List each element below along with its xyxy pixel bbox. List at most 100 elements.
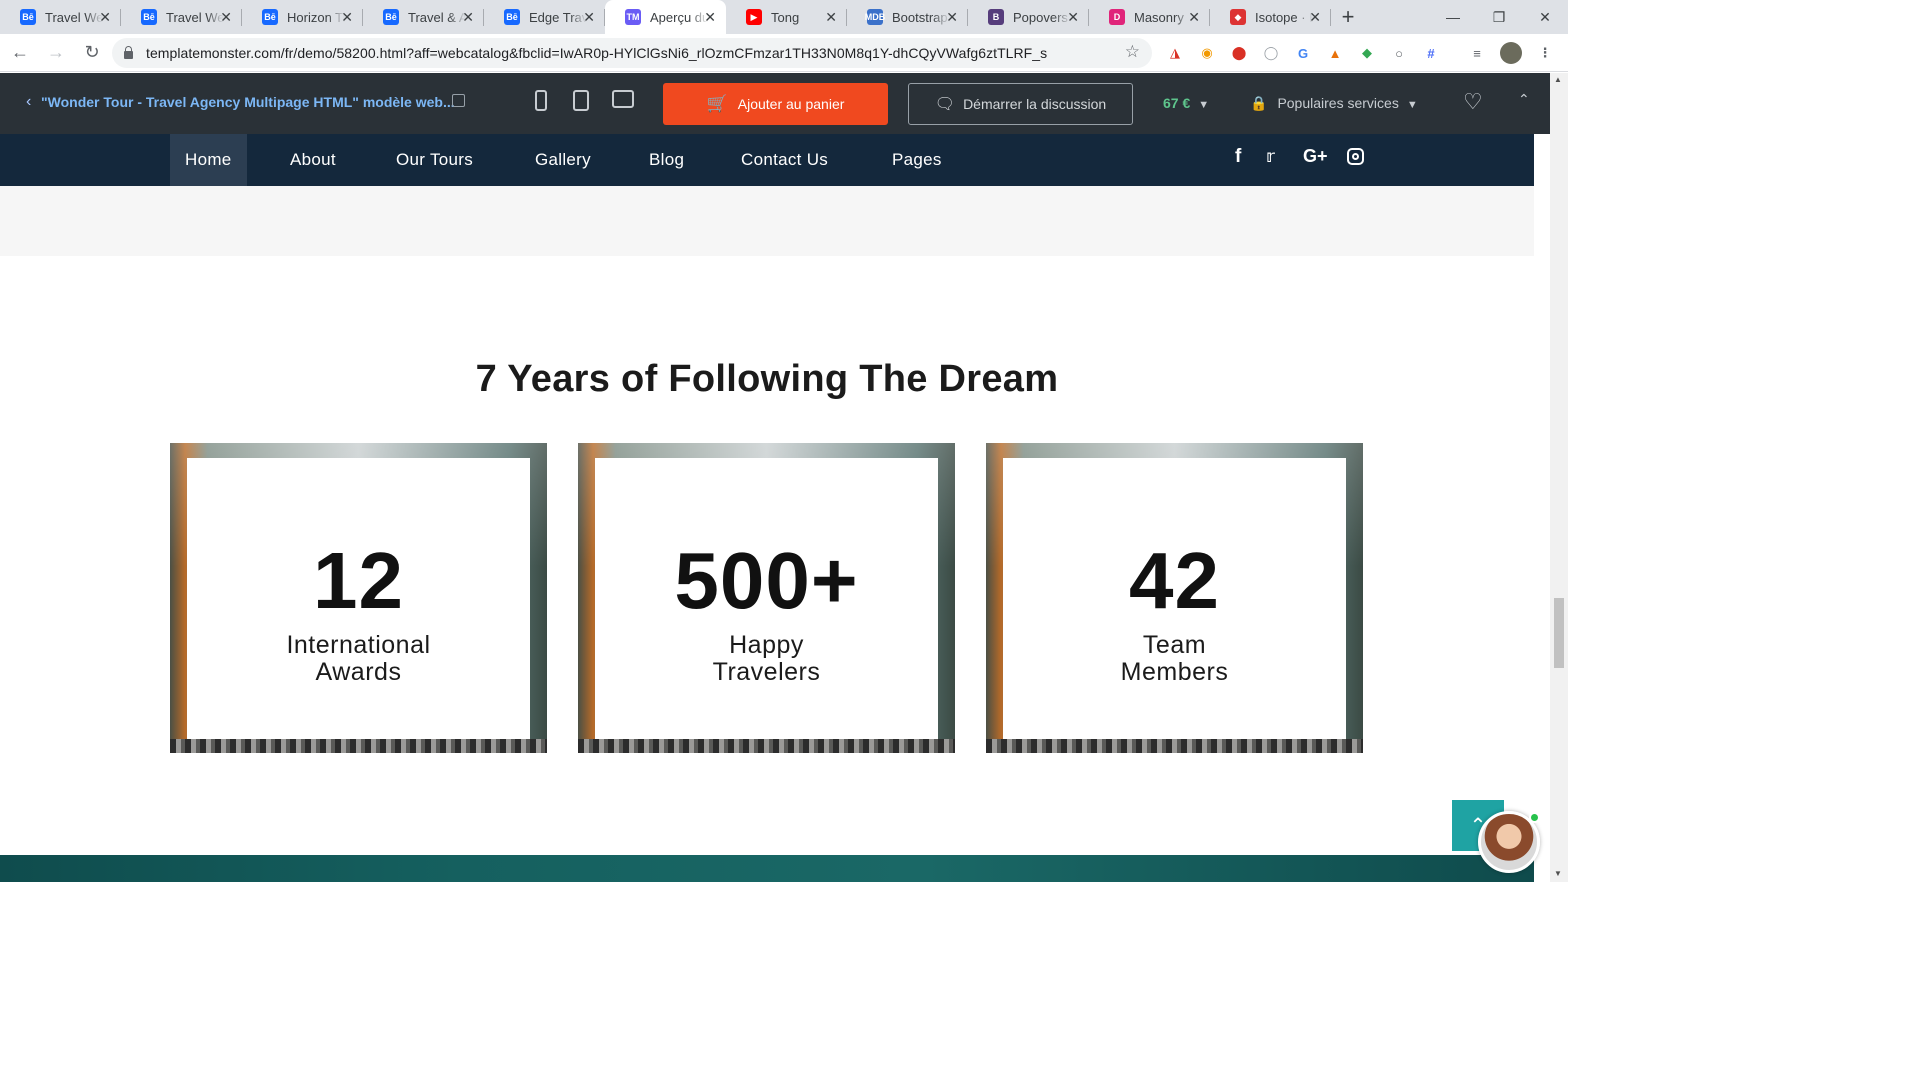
stat-label-line: Happy [729,631,804,659]
facebook-icon[interactable]: f [1235,146,1241,168]
browser-toolbar: ← → ↻ templatemonster.com/fr/demo/58200.… [0,34,1568,72]
extension-icon[interactable]: ◉ [1192,38,1222,68]
nav-item-label: Contact Us [741,150,829,169]
tab-close-icon[interactable]: ✕ [462,10,474,24]
start-chat-label: Démarrer la discussion [963,96,1107,112]
stat-label: Happy Travelers [595,632,938,686]
online-status-dot [1529,812,1540,823]
instagram-icon[interactable] [1347,148,1364,165]
tab-favicon-icon: D [1109,9,1125,25]
nav-item-pages[interactable]: Pages [892,134,942,186]
stat-card-travelers: 500+ Happy Travelers [578,443,955,753]
stat-card-team: 42 Team Members [986,443,1363,753]
media-control-icon[interactable]: ≡ [1462,38,1492,68]
browser-tab[interactable]: Bē Travel Web✕ [0,0,121,34]
tab-favicon-icon: Bē [141,9,157,25]
profile-avatar[interactable] [1496,38,1526,68]
tab-favicon-icon: MDB [865,9,885,25]
chevron-down-icon: ▼ [1406,99,1418,111]
browser-menu-icon[interactable]: ⋮ [1530,38,1560,68]
scroll-down-arrow-icon[interactable]: ▼ [1554,869,1562,878]
stat-card-inner: 12 International Awards [187,458,530,739]
pocket-extension-icon[interactable]: ◮ [1160,38,1190,68]
browser-tab[interactable]: D Masonry ✕ [1089,0,1210,34]
nav-item-our-tours[interactable]: Our Tours [396,134,473,186]
nav-item-label: Gallery [535,150,591,169]
maximize-icon[interactable]: ❐ [1476,0,1522,34]
start-chat-button[interactable]: 🗨 Démarrer la discussion [908,83,1133,125]
tab-close-icon[interactable]: ✕ [99,10,111,24]
template-title[interactable]: "Wonder Tour - Travel Agency Multipage H… [41,94,455,110]
tab-close-icon[interactable]: ✕ [704,10,716,24]
nav-item-label: About [290,150,336,169]
forward-icon[interactable]: → [40,37,72,69]
tab-close-icon[interactable]: ✕ [1309,10,1321,24]
heart-icon[interactable]: ♡ [1463,89,1483,115]
browser-tab[interactable]: ▶ Tong ✕ [726,0,847,34]
extension-icon[interactable]: ◯ [1256,38,1286,68]
add-to-cart-label: Ajouter au panier [737,96,845,112]
tab-close-icon[interactable]: ✕ [220,10,232,24]
scroll-up-arrow-icon[interactable]: ▲ [1554,75,1562,84]
add-to-cart-button[interactable]: 🛒 Ajouter au panier [663,83,888,125]
tab-favicon-icon: Bē [504,9,520,25]
tab-close-icon[interactable]: ✕ [825,10,837,24]
browser-tab[interactable]: B Popovers ✕ [968,0,1089,34]
browser-tab[interactable]: Bē Travel & A ✕ [363,0,484,34]
reload-icon[interactable]: ↻ [76,37,108,69]
grid-extension-icon[interactable]: # [1416,38,1446,68]
browser-tab[interactable]: Bē Horizon Tr ✕ [242,0,363,34]
tablet-view-icon[interactable] [573,90,589,111]
back-icon[interactable]: ← [4,37,36,69]
close-window-icon[interactable]: ✕ [1522,0,1568,34]
bookmark-star-icon[interactable]: ☆ [1125,42,1140,62]
browser-tab[interactable]: Bē Edge Trave✕ [484,0,605,34]
tab-favicon-icon: ▶ [746,9,762,25]
tab-close-icon[interactable]: ✕ [1188,10,1200,24]
browser-tab[interactable]: TM Aperçu du ✕ [605,0,726,34]
chevron-up-icon[interactable]: ⌃ [1518,91,1530,108]
lock-icon [124,46,133,59]
google-plus-icon[interactable]: G+ [1303,146,1328,167]
tab-title: Travel & A [408,9,466,25]
card-background-image [986,739,1363,753]
address-bar[interactable]: templatemonster.com/fr/demo/58200.html?a… [112,38,1152,68]
new-tab-button[interactable]: + [1331,0,1365,34]
footer-ocean-image [0,855,1534,882]
extension-icon[interactable]: ○ [1384,38,1414,68]
tab-title: Bootstrap [892,9,948,25]
external-link-icon[interactable] [452,94,465,107]
mobile-view-icon[interactable] [535,90,547,111]
section-divider-band [0,186,1534,256]
tab-close-icon[interactable]: ✕ [946,10,958,24]
price-dropdown[interactable]: 67 € ▼ [1163,95,1209,111]
tab-close-icon[interactable]: ✕ [583,10,595,24]
demo-bar: ‹ "Wonder Tour - Travel Agency Multipage… [0,73,1550,134]
scrollbar-thumb[interactable] [1554,598,1564,668]
nav-item-contact-us[interactable]: Contact Us [741,134,828,186]
nav-item-home[interactable]: Home [170,134,247,186]
stat-card-inner: 500+ Happy Travelers [595,458,938,739]
minimize-icon[interactable]: — [1430,0,1476,34]
page-scrollbar[interactable]: ▲ ▼ [1550,73,1568,882]
browser-tab[interactable]: MDB Bootstrap ✕ [847,0,968,34]
stat-label-line: Travelers [712,658,821,686]
services-dropdown[interactable]: 🔒 Populaires services ▼ [1250,95,1418,112]
stat-value: 42 [1129,536,1220,625]
adblock-extension-icon[interactable]: ⬤ [1224,38,1254,68]
tab-close-icon[interactable]: ✕ [1067,10,1079,24]
nav-item-gallery[interactable]: Gallery [535,134,591,186]
tab-favicon-icon: Bē [383,9,399,25]
chevron-left-icon[interactable]: ‹ [26,93,31,111]
nav-item-about[interactable]: About [290,134,336,186]
nav-item-blog[interactable]: Blog [649,134,684,186]
browser-tab[interactable]: Bē Travel Web✕ [121,0,242,34]
browser-tab-strip: BēTravel Web✕BēTravel Web✕BēHorizon Tr✕B… [0,0,1568,34]
fire-extension-icon[interactable]: ▲ [1320,38,1350,68]
desktop-view-icon[interactable] [612,90,634,108]
translate-extension-icon[interactable]: G [1288,38,1318,68]
browser-tab[interactable]: ◆ Isotope · E ✕ [1210,0,1331,34]
twitter-icon[interactable]: 𝕣 [1266,147,1275,167]
tab-close-icon[interactable]: ✕ [341,10,353,24]
extension-icon[interactable]: ◆ [1352,38,1382,68]
